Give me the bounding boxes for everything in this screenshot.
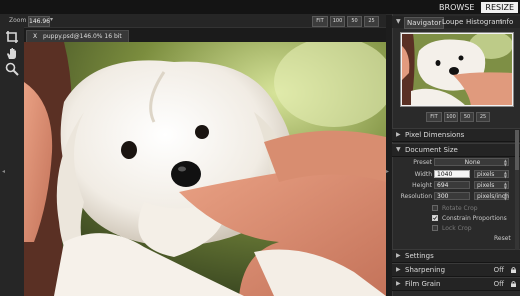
preset-select[interactable]: None ▲ ▼ [434, 158, 509, 167]
film-grain-header[interactable]: ▶ Film Grain Off [392, 277, 520, 291]
width-unit-select[interactable]: pixels ▲ ▼ [474, 170, 509, 179]
collapse-triangle-icon[interactable]: ▼ [396, 18, 401, 25]
browse-mode-button[interactable]: BROWSE [435, 2, 478, 13]
zoom-50-button[interactable]: 50 [347, 16, 362, 27]
expand-triangle-icon: ▶ [396, 252, 401, 259]
lock-icon[interactable] [511, 267, 516, 273]
preset-value: None [464, 159, 481, 166]
expand-triangle-icon: ▶ [396, 266, 401, 273]
resolution-unit-select[interactable]: pixels/inch ▲ ▼ [474, 192, 509, 201]
zoom-100-button[interactable]: 100 [330, 16, 345, 27]
constrain-proportions-checkbox[interactable] [432, 215, 438, 221]
width-label: Width [414, 171, 432, 178]
zoom-label: Zoom [9, 17, 27, 24]
resize-mode-button[interactable]: RESIZE [481, 2, 518, 13]
width-row: Width 1040 pixels ▲ ▼ [392, 170, 520, 179]
width-unit-value: pixels [477, 171, 495, 178]
select-spinner-icon: ▲ ▼ [503, 192, 507, 201]
zoom-25-button[interactable]: 25 [364, 16, 379, 27]
film-grain-status: Off [493, 280, 504, 288]
hand-icon[interactable] [5, 46, 19, 60]
zoom-presets: FIT 100 50 25 [312, 16, 379, 27]
constrain-proportions-label: Constrain Proportions [442, 215, 507, 222]
zoom-fit-button[interactable]: FIT [312, 16, 328, 27]
check-icon [433, 216, 437, 220]
magnifier-icon[interactable] [5, 62, 19, 76]
resolution-label: Resolution [400, 193, 432, 200]
width-input[interactable]: 1040 [434, 170, 470, 178]
navigator-zoom-presets: FIT 100 50 25 [426, 112, 490, 122]
document-tab-title: puppy.psd@146.0% 16 bit [43, 33, 122, 40]
settings-header[interactable]: ▶ Settings [392, 249, 520, 263]
lock-crop-checkbox[interactable] [432, 225, 438, 231]
resolution-row: Resolution 300 pixels/inch ▲ ▼ [392, 192, 520, 201]
resolution-input[interactable]: 300 [434, 192, 470, 200]
mode-switcher: BROWSE RESIZE [435, 2, 518, 13]
image-canvas[interactable] [24, 42, 386, 296]
reset-button[interactable]: Reset [494, 235, 511, 242]
height-unit-value: pixels [477, 182, 495, 189]
right-panel-toggle-icon[interactable]: ▸ [386, 168, 389, 175]
document-size-label: Document Size [405, 146, 458, 154]
lock-crop-row: Lock Crop [392, 224, 520, 233]
expand-triangle-icon: ▶ [396, 131, 401, 138]
select-spinner-icon: ▲ ▼ [503, 158, 507, 167]
navigator-tabs: ▼ Navigator Loupe Histogram Info [392, 16, 520, 29]
crop-icon[interactable] [5, 30, 19, 44]
navigator-thumbnail[interactable] [400, 32, 514, 107]
navigator-50-button[interactable]: 50 [460, 112, 474, 122]
left-panel-toggle-icon[interactable]: ◂ [2, 168, 5, 175]
zoom-dropdown-icon[interactable]: ▾ [50, 16, 53, 23]
pixel-dimensions-label: Pixel Dimensions [405, 131, 465, 139]
sharpening-status: Off [493, 266, 504, 274]
height-row: Height 694 pixels ▲ ▼ [392, 181, 520, 190]
tab-loupe[interactable]: Loupe [440, 17, 465, 27]
settings-label: Settings [405, 252, 434, 260]
panel-scrollbar-thumb[interactable] [515, 130, 519, 170]
sharpening-header[interactable]: ▶ Sharpening Off [392, 263, 520, 277]
lock-crop-label: Lock Crop [442, 225, 472, 232]
tab-info[interactable]: Info [498, 17, 515, 27]
navigator-25-button[interactable]: 25 [476, 112, 490, 122]
lock-icon[interactable] [511, 281, 516, 287]
preset-label: Preset [413, 159, 432, 166]
height-label: Height [412, 182, 432, 189]
close-tab-icon[interactable]: X [33, 33, 37, 40]
tool-palette [0, 27, 25, 296]
navigator-fit-button[interactable]: FIT [426, 112, 442, 122]
height-input[interactable]: 694 [434, 181, 470, 189]
preset-row: Preset None ▲ ▼ [392, 158, 520, 167]
sharpening-label: Sharpening [405, 266, 446, 274]
document-size-header[interactable]: ▼ Document Size [392, 143, 520, 157]
rotate-crop-label: Rotate Crop [442, 205, 478, 212]
document-toolbar: Zoom 146.96 ▾ FIT 100 50 25 [0, 14, 386, 28]
rotate-crop-row: Rotate Crop [392, 204, 520, 213]
constrain-proportions-row: Constrain Proportions [392, 214, 520, 223]
tab-navigator[interactable]: Navigator [404, 17, 445, 29]
zoom-input[interactable]: 146.96 [28, 16, 50, 27]
film-grain-label: Film Grain [405, 280, 441, 288]
expand-triangle-icon: ▶ [396, 280, 401, 287]
collapse-triangle-icon: ▼ [396, 146, 401, 153]
rotate-crop-checkbox[interactable] [432, 205, 438, 211]
select-spinner-icon: ▲ ▼ [503, 170, 507, 179]
top-bar: BROWSE RESIZE [0, 0, 520, 15]
puppy-photo [24, 42, 386, 296]
navigator-100-button[interactable]: 100 [444, 112, 458, 122]
select-spinner-icon: ▲ ▼ [503, 181, 507, 190]
height-unit-select[interactable]: pixels ▲ ▼ [474, 181, 509, 190]
document-tab-row: X puppy.psd@146.0% 16 bit [24, 28, 386, 43]
pixel-dimensions-header[interactable]: ▶ Pixel Dimensions [392, 128, 520, 142]
